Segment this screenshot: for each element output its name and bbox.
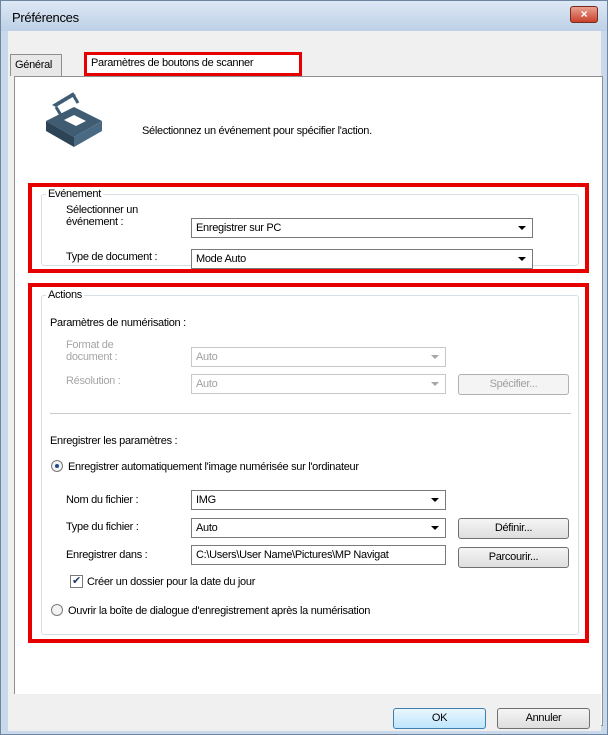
ok-button-label: OK (431, 712, 448, 724)
file-name-value: IMG (196, 494, 216, 506)
close-icon: × (580, 7, 588, 21)
select-event-label-line1: Sélectionner un (66, 204, 138, 216)
file-type-select[interactable]: Auto (191, 518, 446, 538)
doc-type-value: Mode Auto (196, 253, 246, 265)
doc-format-label-line2: document : (66, 351, 118, 363)
open-dialog-radio-label[interactable]: Ouvrir la boîte de dialogue d'enregistre… (68, 605, 370, 617)
doc-format-value: Auto (196, 351, 218, 363)
checkmark-icon: ✔ (72, 575, 81, 587)
resolution-label: Résolution : (66, 375, 121, 387)
resolution-select[interactable]: Auto (191, 374, 446, 394)
dialog-client-area: Général Paramètres de boutons de scanner… (8, 31, 603, 731)
tab-strip: Général Paramètres de boutons de scanner (8, 31, 601, 76)
cancel-button[interactable]: Annuler (497, 708, 590, 729)
event-group-title: Evénement (46, 188, 103, 200)
chevron-down-icon (431, 498, 439, 502)
chevron-down-icon (431, 382, 439, 386)
chevron-down-icon (431, 526, 439, 530)
scanner-icon (46, 92, 102, 147)
save-in-label: Enregistrer dans : (66, 549, 148, 561)
window-title: Préférences (12, 10, 79, 25)
doc-format-select[interactable]: Auto (191, 347, 446, 367)
tab-panel: Sélectionnez un événement pour spécifier… (14, 76, 603, 726)
event-select[interactable]: Enregistrer sur PC (191, 218, 533, 238)
open-dialog-radio[interactable] (51, 604, 63, 616)
select-event-label-line2: événement : (66, 216, 124, 228)
intro-text: Sélectionnez un événement pour spécifier… (142, 125, 372, 137)
save-settings-label: Enregistrer les paramètres : (50, 435, 178, 447)
auto-save-radio[interactable] (51, 460, 63, 472)
specify-button-label: Spécifier... (489, 378, 538, 390)
ok-button[interactable]: OK (393, 708, 486, 729)
date-folder-checkbox-label[interactable]: Créer un dossier pour la date du jour (87, 576, 255, 588)
file-name-combo[interactable]: IMG (191, 490, 446, 510)
auto-save-radio-label[interactable]: Enregistrer automatiquement l'image numé… (68, 461, 359, 473)
file-type-label: Type du fichier : (66, 521, 139, 533)
specify-button[interactable]: Spécifier... (458, 374, 569, 395)
tab-scanner-button-settings[interactable]: Paramètres de boutons de scanner (84, 52, 302, 76)
define-button[interactable]: Définir... (458, 518, 569, 539)
chevron-down-icon (518, 257, 526, 261)
section-divider (50, 413, 571, 414)
event-select-value: Enregistrer sur PC (196, 222, 282, 234)
define-button-label: Définir... (494, 522, 533, 534)
doc-type-select[interactable]: Mode Auto (191, 249, 533, 269)
cancel-button-label: Annuler (525, 712, 562, 724)
dialog-footer: OK Annuler (8, 694, 601, 731)
file-name-label: Nom du fichier : (66, 494, 139, 506)
file-type-value: Auto (196, 522, 218, 534)
save-in-field[interactable]: C:\Users\User Name\Pictures\MP Navigat (191, 545, 446, 565)
actions-group-title: Actions (46, 289, 84, 301)
tab-general[interactable]: Général (10, 54, 62, 76)
browse-button[interactable]: Parcourir... (458, 547, 569, 568)
save-in-value: C:\Users\User Name\Pictures\MP Navigat (196, 549, 389, 561)
date-folder-checkbox[interactable]: ✔ (70, 575, 83, 588)
chevron-down-icon (518, 226, 526, 230)
browse-button-label: Parcourir... (488, 551, 539, 563)
resolution-value: Auto (196, 378, 218, 390)
title-bar[interactable]: Préférences × (1, 1, 607, 31)
close-button[interactable]: × (570, 6, 598, 23)
doc-type-label: Type de document : (66, 251, 158, 263)
scan-settings-label: Paramètres de numérisation : (50, 317, 186, 329)
doc-format-label-line1: Format de (66, 339, 114, 351)
tab-general-label: Général (15, 59, 53, 71)
chevron-down-icon (431, 355, 439, 359)
preferences-window: Préférences × Général Paramètres de bout… (0, 0, 608, 735)
tab-scanner-label: Paramètres de boutons de scanner (91, 57, 254, 69)
